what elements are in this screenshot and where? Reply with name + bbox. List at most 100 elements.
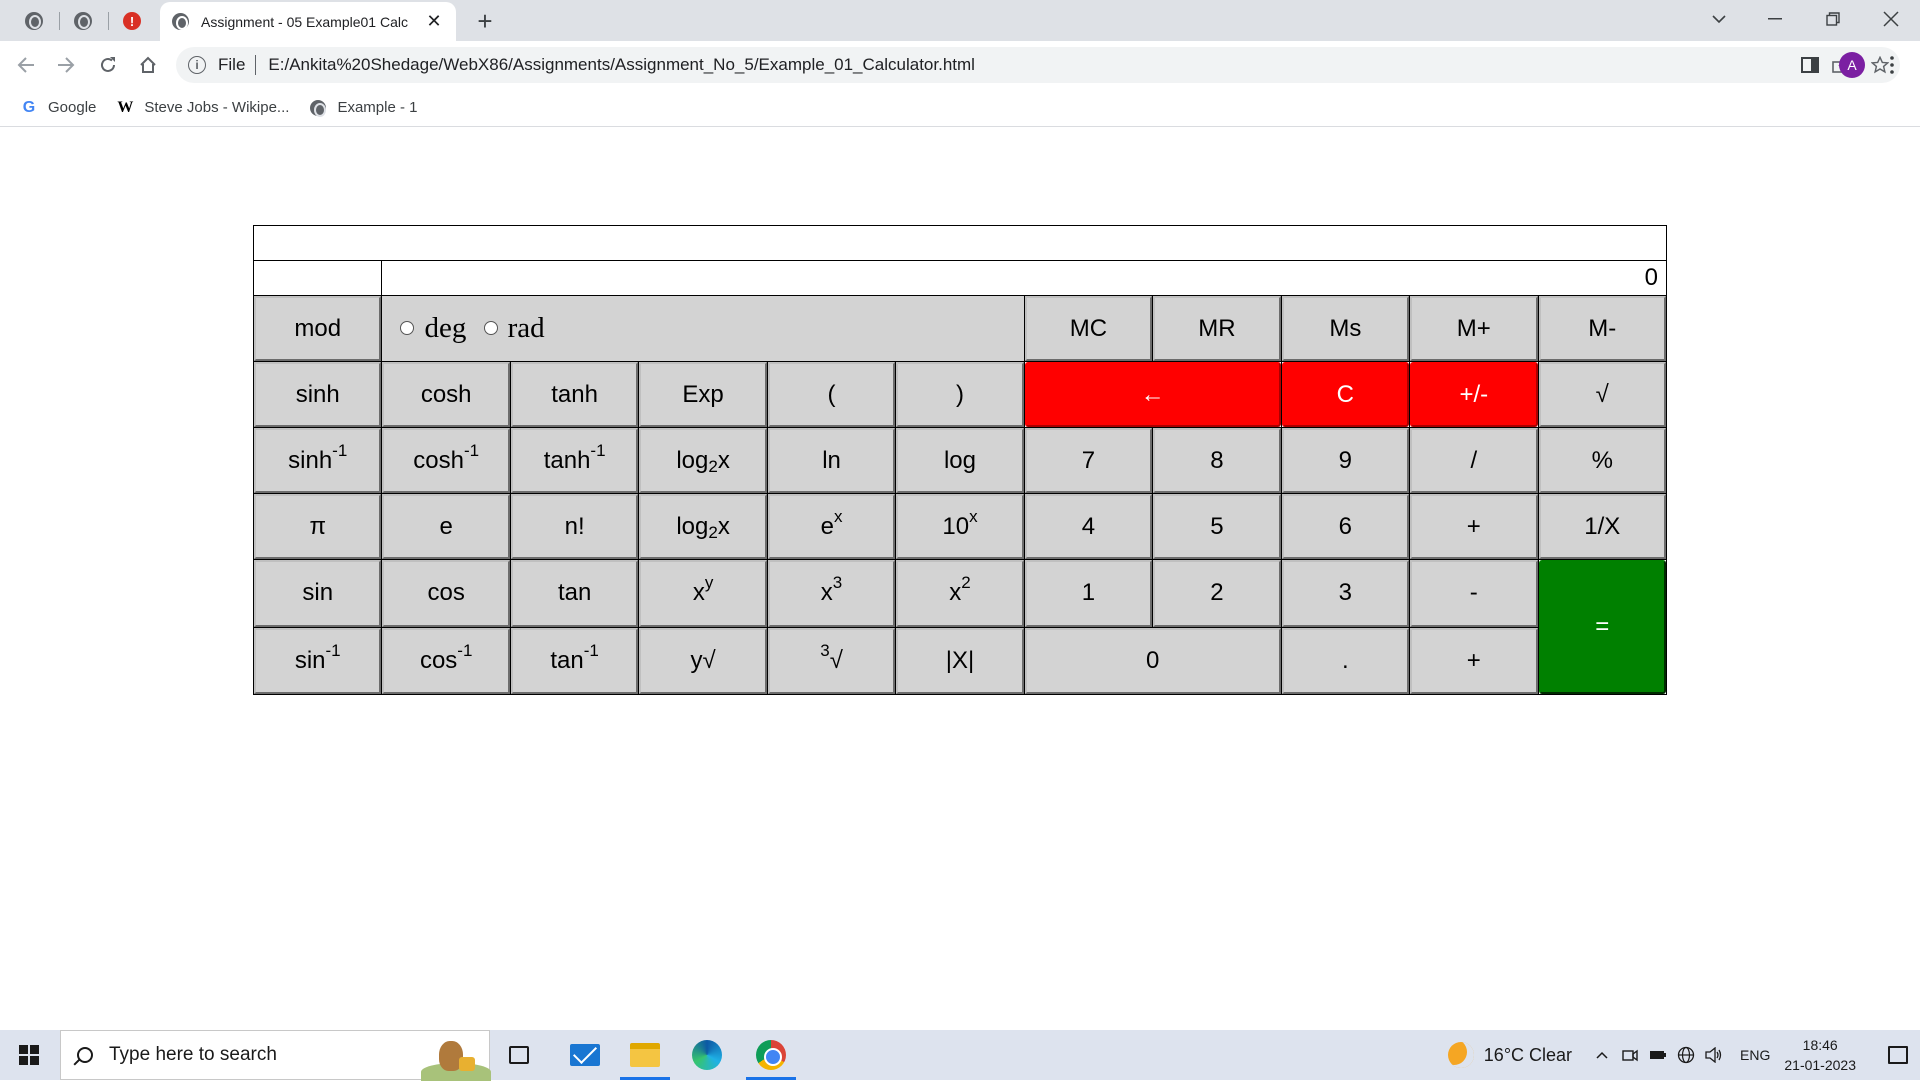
cube-root-button[interactable]: 3 √ [767, 627, 896, 694]
address-bar[interactable]: i File E:/Ankita%20Shedage/WebX86/Assign… [176, 47, 1900, 83]
negate-button[interactable]: +/- [1410, 362, 1538, 427]
divide-button[interactable]: / [1410, 428, 1538, 493]
sinh-button[interactable]: sinh [254, 362, 382, 427]
close-tab-button[interactable]: ✕ [424, 11, 444, 32]
clock[interactable]: 18:46 21-01-2023 [1784, 1035, 1856, 1075]
acos-button[interactable]: cos -1 [382, 627, 510, 694]
asin-button[interactable]: sin -1 [254, 627, 382, 694]
memory-store-button[interactable]: Ms [1281, 296, 1410, 361]
digit-3-button[interactable]: 3 [1281, 560, 1410, 627]
input-language[interactable]: ENG [1740, 1047, 1770, 1063]
forward-button[interactable] [50, 49, 82, 81]
cos-button[interactable]: cos [382, 560, 510, 627]
digit-5-button[interactable]: 5 [1153, 494, 1281, 559]
pinned-tab-2[interactable] [65, 6, 101, 36]
battery-icon[interactable] [1646, 1030, 1670, 1080]
rad-radio[interactable] [483, 321, 498, 336]
result-display[interactable]: 0 [381, 260, 1667, 296]
sqrt-button[interactable]: √ [1538, 362, 1666, 427]
memory-add-button[interactable]: M+ [1410, 296, 1538, 361]
show-hidden-icons-button[interactable] [1590, 1030, 1614, 1080]
task-view-button[interactable] [490, 1030, 548, 1080]
deg-radio[interactable] [400, 321, 415, 336]
pinned-tab-1[interactable] [16, 6, 52, 36]
active-tab[interactable]: Assignment - 05 Example01 Calc ✕ [160, 2, 456, 41]
factorial-button[interactable]: n! [510, 494, 639, 559]
cube-button[interactable]: x3 [767, 560, 896, 627]
close-window-button[interactable] [1862, 0, 1920, 38]
square-button[interactable]: x2 [896, 560, 1024, 627]
weather-widget[interactable]: 16°C Clear [1447, 1042, 1572, 1068]
info-icon[interactable]: i [188, 56, 206, 74]
digit-2-button[interactable]: 2 [1153, 560, 1281, 627]
digit-0-button[interactable]: 0 [1024, 627, 1281, 694]
reload-button[interactable] [92, 49, 124, 81]
exp-button[interactable]: Exp [639, 362, 767, 427]
digit-9-button[interactable]: 9 [1281, 428, 1410, 493]
digit-1-button[interactable]: 1 [1024, 560, 1153, 627]
mail-app[interactable] [556, 1030, 614, 1080]
network-icon[interactable] [1674, 1030, 1698, 1080]
digit-8-button[interactable]: 8 [1153, 428, 1281, 493]
profile-button[interactable]: A [1836, 49, 1868, 81]
digit-4-button[interactable]: 4 [1024, 494, 1153, 559]
cosh-button[interactable]: cosh [382, 362, 510, 427]
file-explorer-app[interactable] [616, 1030, 674, 1080]
pinned-tab-3[interactable]: ! [114, 6, 150, 36]
memory-clear-button[interactable]: MC [1024, 296, 1153, 361]
back-button[interactable] [10, 49, 42, 81]
log-button[interactable]: log [896, 428, 1024, 493]
clear-button[interactable]: C [1281, 362, 1410, 427]
menu-button[interactable] [1876, 49, 1908, 81]
restore-button[interactable] [1804, 0, 1862, 38]
chrome-app[interactable] [742, 1030, 800, 1080]
euler-button[interactable]: e [382, 494, 510, 559]
reciprocal-button[interactable]: 1/X [1538, 494, 1666, 559]
taskbar-search[interactable]: Type here to search [60, 1030, 491, 1081]
exp-power-button[interactable]: ex [767, 494, 896, 559]
close-paren-button[interactable]: ) [896, 362, 1024, 427]
volume-icon[interactable] [1702, 1030, 1726, 1080]
minimize-button[interactable] [1746, 0, 1804, 38]
side-panel-button[interactable] [1794, 49, 1826, 81]
add-button-2[interactable]: + [1410, 627, 1538, 694]
bookmark-example-1[interactable]: Example - 1 [309, 99, 417, 117]
notifications-button[interactable] [1876, 1030, 1920, 1080]
digit-6-button[interactable]: 6 [1281, 494, 1410, 559]
ln-button[interactable]: ln [767, 428, 896, 493]
edge-app[interactable] [678, 1030, 736, 1080]
subtract-button[interactable]: - [1410, 560, 1538, 627]
decimal-button[interactable]: . [1281, 627, 1410, 694]
power-button[interactable]: xy [639, 560, 767, 627]
atanh-button[interactable]: tanh -1 [510, 428, 639, 493]
bookmark-steve-jobs[interactable]: W Steve Jobs - Wikipe... [116, 99, 289, 117]
percent-button[interactable]: % [1538, 428, 1666, 493]
log2x-button[interactable]: log 2 x [639, 428, 767, 493]
add-button[interactable]: + [1410, 494, 1538, 559]
equals-button[interactable]: = [1538, 560, 1666, 694]
atan-button[interactable]: tan -1 [510, 627, 639, 694]
ten-power-button[interactable]: 10 x [896, 494, 1024, 559]
backspace-button[interactable]: ← [1024, 362, 1281, 427]
digit-7-button[interactable]: 7 [1024, 428, 1153, 493]
memory-recall-button[interactable]: MR [1153, 296, 1281, 361]
meet-now-icon[interactable] [1618, 1030, 1642, 1080]
url-text[interactable]: E:/Ankita%20Shedage/WebX86/Assignments/A… [268, 55, 975, 75]
memory-subtract-button[interactable]: M- [1538, 296, 1666, 361]
tan-button[interactable]: tan [510, 560, 639, 627]
home-button[interactable] [132, 49, 164, 81]
tanh-button[interactable]: tanh [510, 362, 639, 427]
sin-button[interactable]: sin [254, 560, 382, 627]
start-button[interactable] [0, 1030, 58, 1080]
expression-display[interactable] [253, 225, 1667, 261]
bookmark-google[interactable]: G Google [20, 99, 97, 117]
yth-root-button[interactable]: y√ [639, 627, 767, 694]
asinh-button[interactable]: sinh -1 [254, 428, 382, 493]
tab-search-button[interactable] [1690, 0, 1748, 38]
abs-button[interactable]: |X| [896, 627, 1024, 694]
open-paren-button[interactable]: ( [767, 362, 896, 427]
log2x-button-2[interactable]: log 2 x [639, 494, 767, 559]
new-tab-button[interactable]: + [470, 6, 500, 36]
mod-button[interactable]: mod [254, 296, 382, 361]
pi-button[interactable]: π [254, 494, 382, 559]
